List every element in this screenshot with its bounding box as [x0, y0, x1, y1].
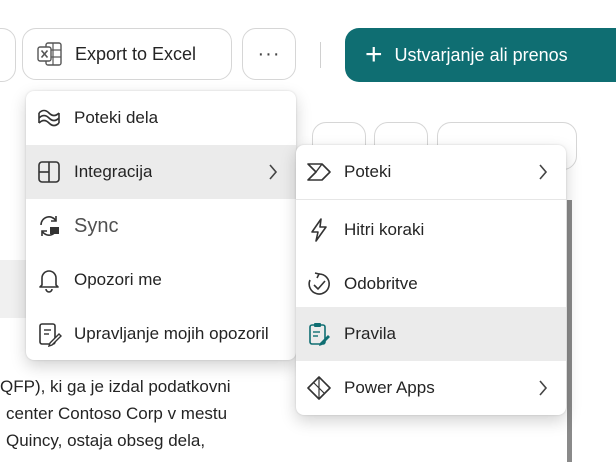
submenu-item-label: Hitri koraki — [344, 220, 425, 239]
chevron-right-icon — [539, 164, 548, 180]
rules-icon — [309, 323, 330, 346]
menu-item-integration[interactable]: Integracija — [26, 145, 296, 199]
power-automate-icon — [307, 163, 331, 181]
submenu-item-label: Pravila — [344, 324, 396, 343]
create-or-upload-label: Ustvarjanje ali prenos — [394, 44, 568, 65]
menu-item-flows[interactable]: Poteki dela — [26, 91, 296, 145]
menu-item-sync[interactable]: Sync — [26, 199, 296, 253]
more-options-menu: Poteki dela Integracija Sync Opozori me — [26, 91, 296, 360]
partial-toolbar-button[interactable] — [0, 28, 16, 82]
bell-icon — [39, 270, 59, 293]
submenu-item-label: Power Apps — [344, 378, 435, 397]
flows-icon — [38, 109, 60, 127]
toolbar-separator — [320, 42, 321, 68]
lightning-icon — [311, 218, 327, 242]
menu-item-label: Poteki dela — [74, 108, 159, 127]
document-body-text: QFP), ki ga je izdal podatkovni center C… — [0, 373, 300, 454]
submenu-item-quick-steps[interactable]: Hitri koraki — [296, 203, 566, 257]
export-to-excel-label: Export to Excel — [75, 43, 197, 64]
menu-item-label: Sync — [74, 214, 119, 237]
submenu-divider — [296, 199, 566, 200]
approvals-icon — [308, 272, 330, 295]
chevron-right-icon — [269, 164, 278, 180]
plus-icon: + — [365, 38, 383, 71]
menu-item-alert-me[interactable]: Opozori me — [26, 253, 296, 307]
submenu-item-label: Odobritve — [344, 274, 418, 293]
scrollbar[interactable] — [567, 200, 572, 462]
manage-alerts-icon — [39, 323, 62, 347]
chevron-right-icon — [539, 380, 548, 396]
menu-item-label: Integracija — [74, 162, 153, 181]
more-options-button[interactable]: ··· — [242, 28, 296, 80]
submenu-item-approvals[interactable]: Odobritve — [296, 257, 566, 311]
power-apps-icon — [307, 376, 331, 400]
sync-icon — [40, 216, 59, 236]
submenu-item-flows[interactable]: Poteki — [296, 145, 566, 199]
create-or-upload-button[interactable]: + Ustvarjanje ali prenos — [345, 28, 616, 82]
submenu-item-rules[interactable]: Pravila — [296, 307, 566, 361]
menu-item-label: Opozori me — [74, 270, 162, 289]
submenu-item-label: Poteki — [344, 162, 392, 181]
body-line: QFP), ki ga je izdal podatkovni — [0, 377, 231, 396]
body-line: Quincy, ostaja obseg dela, — [6, 431, 206, 450]
export-to-excel-button[interactable]: Export to Excel — [22, 28, 232, 80]
menu-item-label: Upravljanje mojih opozoril — [74, 324, 269, 343]
submenu-item-power-apps[interactable]: Power Apps — [296, 361, 566, 415]
menu-item-manage-alerts[interactable]: Upravljanje mojih opozoril — [26, 307, 296, 361]
more-options-icon: ··· — [257, 42, 281, 65]
integration-submenu: Poteki Hitri koraki Odobritve Pravila Po… — [296, 145, 566, 415]
integration-icon — [38, 161, 60, 183]
body-line: center Contoso Corp v mestu — [6, 404, 228, 423]
excel-icon — [37, 42, 62, 66]
